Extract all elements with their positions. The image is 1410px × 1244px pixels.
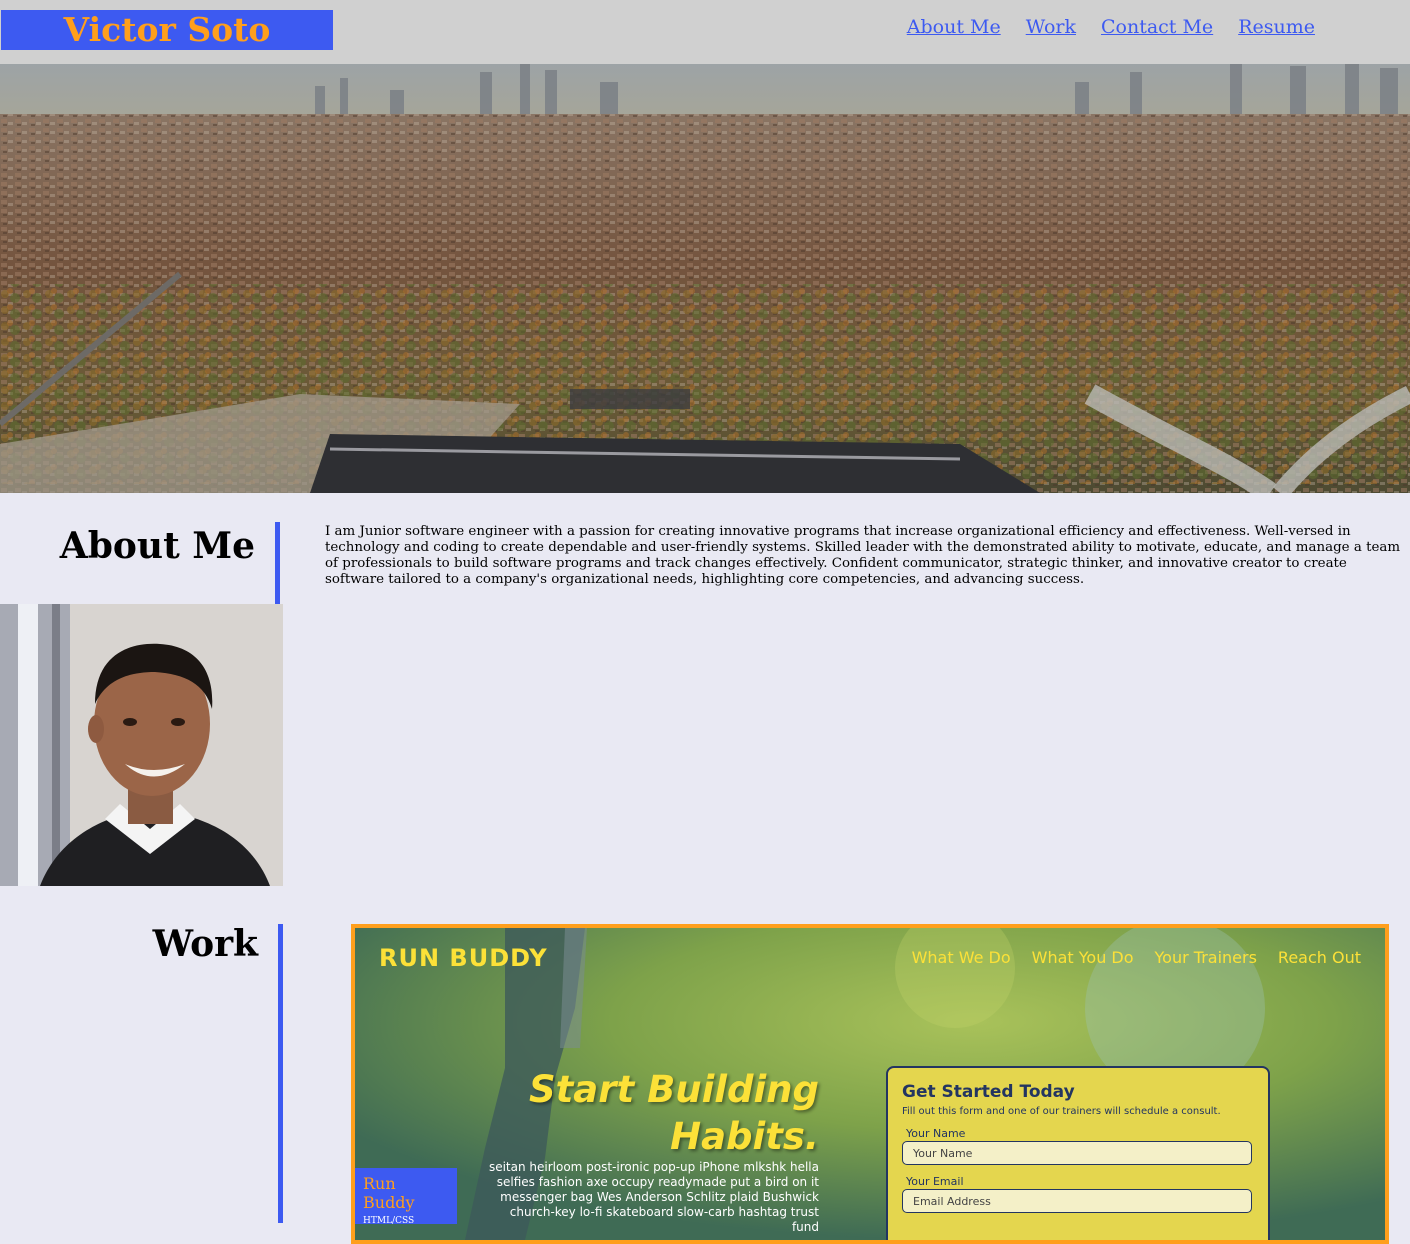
site-brand: Victor Soto [1,10,333,50]
nav-link-work[interactable]: Work [1026,16,1076,38]
project-nav-what-you-do: What You Do [1031,948,1134,967]
city-skyline-image [0,64,1410,493]
project-hero-title-line-1: Start Building [528,1068,819,1111]
project-hero-text: seitan heirloom post-ironic pop-up iPhon… [488,1160,819,1234]
hero-image [0,64,1410,493]
about-heading-text: About Me [59,525,255,567]
work-heading-text: Work [152,923,258,965]
project-caption[interactable]: Run Buddy HTML/CSS [355,1168,457,1226]
name-label: Your Name [906,1127,966,1140]
main-nav: About Me Work Contact Me Resume [882,16,1315,38]
email-input[interactable] [902,1189,1252,1213]
nav-link-contact[interactable]: Contact Me [1101,16,1213,38]
project-card-run-buddy[interactable]: RUN BUDDY What We Do What You Do Your Tr… [351,924,1389,1244]
project-signup-form: Get Started Today Fill out this form and… [886,1066,1270,1240]
form-title: Get Started Today [902,1082,1075,1102]
about-heading: About Me [0,522,280,604]
about-text: I am Junior software engineer with a pas… [325,524,1401,587]
project-nav-reach-out: Reach Out [1277,948,1361,967]
project-hero-title: Start Building Habits. [459,1066,819,1160]
form-subtitle: Fill out this form and one of our traine… [902,1106,1221,1117]
project-caption-tech: HTML/CSS [363,1216,415,1226]
name-input[interactable] [902,1141,1252,1165]
work-heading: Work [0,924,283,1223]
project-nav-your-trainers: Your Trainers [1154,948,1257,967]
project-caption-title: Run Buddy [363,1174,415,1212]
header: Victor Soto About Me Work Contact Me Res… [0,0,1410,64]
portrait-image [0,604,283,886]
nav-link-resume[interactable]: Resume [1238,16,1315,38]
email-label: Your Email [906,1175,964,1188]
project-nav-what-we-do: What We Do [911,948,1011,967]
profile-photo [0,604,283,886]
nav-link-about[interactable]: About Me [907,16,1001,38]
project-site-nav: What We Do What You Do Your Trainers Rea… [891,948,1361,967]
project-site-brand: RUN BUDDY [379,944,548,972]
project-hero-title-line-2: Habits. [670,1115,819,1158]
